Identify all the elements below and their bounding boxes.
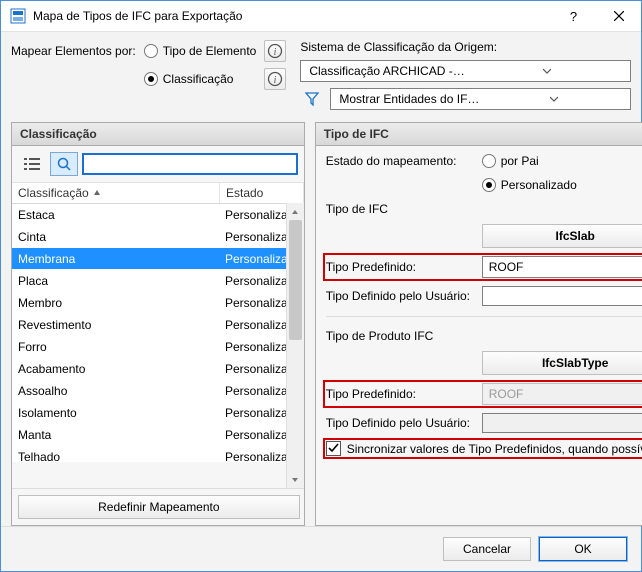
table-row[interactable]: RevestimentoPersonaliza...: [12, 314, 304, 336]
cell-classification: Forro: [12, 340, 219, 354]
search-input[interactable]: [82, 153, 298, 175]
predefined-type-dropdown-1[interactable]: ROOF: [482, 256, 642, 278]
chevron-down-icon: [468, 67, 626, 75]
cell-classification: Cinta: [12, 230, 219, 244]
table-row[interactable]: MantaPersonaliza...: [12, 424, 304, 446]
classification-list: Classificação Estado EstacaPersonaliza..…: [12, 182, 304, 488]
predefined-type-dropdown-2: ROOF: [482, 383, 642, 405]
content-area: Mapear Elementos por: Tipo de Elemento i…: [1, 32, 641, 526]
search-mode-button[interactable]: [50, 152, 78, 176]
table-row[interactable]: ForroPersonaliza...: [12, 336, 304, 358]
table-row[interactable]: MembroPersonaliza...: [12, 292, 304, 314]
ifc-type-panel: Tipo de IFC Estado do mapeamento: por Pa…: [315, 122, 642, 526]
reset-mapping-button[interactable]: Redefinir Mapeamento: [18, 495, 300, 519]
user-type-label-2: Tipo Definido pelo Usuário:: [326, 416, 476, 430]
help-button[interactable]: ?: [551, 1, 596, 31]
classification-panel: Classificação Classificação: [11, 122, 305, 526]
origin-dropdown[interactable]: Classificação ARCHICAD - v 2.0: [300, 60, 631, 82]
close-button[interactable]: [596, 1, 641, 31]
sync-checkbox[interactable]: [326, 441, 341, 456]
titlebar: Mapa de Tipos de IFC para Exportação ?: [1, 1, 641, 32]
user-type-input-2: [482, 413, 642, 433]
cell-classification: Isolamento: [12, 406, 219, 420]
user-type-label-1: Tipo Definido pelo Usuário:: [326, 289, 476, 303]
filter-icon[interactable]: [300, 92, 324, 106]
button-bar: Cancelar OK: [1, 526, 641, 571]
radio-by-parent[interactable]: por Pai: [482, 154, 577, 168]
cell-classification: Acabamento: [12, 362, 219, 376]
sync-row: Sincronizar valores de Tipo Predefinidos…: [326, 441, 642, 456]
scroll-down-button[interactable]: [287, 471, 304, 488]
svg-text:i: i: [274, 75, 277, 86]
scrollbar[interactable]: [286, 203, 304, 488]
window-title: Mapa de Tipos de IFC para Exportação: [33, 9, 551, 23]
col-header-state[interactable]: Estado: [220, 183, 304, 203]
table-row[interactable]: AssoalhoPersonaliza...: [12, 380, 304, 402]
app-icon: [9, 7, 27, 25]
table-row[interactable]: PlacaPersonaliza...: [12, 270, 304, 292]
cell-classification: Estaca: [12, 208, 219, 222]
predefined-type-row-2: Tipo Predefinido: ROOF: [326, 383, 642, 405]
table-row[interactable]: EstacaPersonaliza...: [12, 204, 304, 226]
chevron-down-icon: [483, 95, 626, 103]
cell-classification: Placa: [12, 274, 219, 288]
radio-element-type[interactable]: Tipo de Elemento: [144, 44, 257, 58]
origin-label: Sistema de Classificação da Origem:: [300, 40, 631, 54]
origin-group: Sistema de Classificação da Origem: Clas…: [300, 40, 631, 110]
table-row[interactable]: TelhadoPersonaliza...: [12, 446, 304, 462]
table-row[interactable]: MembranaPersonaliza...: [12, 248, 304, 270]
cell-classification: Revestimento: [12, 318, 219, 332]
ifc-type-panel-title: Tipo de IFC: [316, 123, 642, 146]
rows-container[interactable]: EstacaPersonaliza...CintaPersonaliza...M…: [12, 204, 304, 462]
predefined-type-row-1: Tipo Predefinido: ROOF: [326, 256, 642, 278]
cell-classification: Manta: [12, 428, 219, 442]
radio-custom[interactable]: Personalizado: [482, 178, 577, 192]
map-by-label: Mapear Elementos por:: [11, 44, 136, 58]
filter-dropdown[interactable]: Mostrar Entidades do IFC para o Esquema …: [330, 88, 631, 110]
scroll-up-button[interactable]: [287, 203, 304, 220]
table-row[interactable]: IsolamentoPersonaliza...: [12, 402, 304, 424]
dialog-window: Mapa de Tipos de IFC para Exportação ? M…: [0, 0, 642, 572]
table-row[interactable]: AcabamentoPersonaliza...: [12, 358, 304, 380]
info-button-classification[interactable]: i: [264, 68, 286, 90]
user-type-input-1[interactable]: [482, 286, 642, 306]
tree-view-button[interactable]: [18, 152, 46, 176]
classification-panel-title: Classificação: [12, 123, 304, 146]
ifc-type-section-label: Tipo de IFC: [326, 202, 642, 216]
svg-text:i: i: [274, 47, 277, 58]
scroll-thumb[interactable]: [289, 220, 302, 340]
sort-asc-icon: [93, 189, 101, 197]
col-header-classification[interactable]: Classificação: [12, 183, 220, 203]
cell-classification: Membro: [12, 296, 219, 310]
table-row[interactable]: CintaPersonaliza...: [12, 226, 304, 248]
product-type-section-label: Tipo de Produto IFC: [326, 329, 642, 343]
radio-classification[interactable]: Classificação: [144, 72, 257, 86]
ifc-type-selector[interactable]: IfcSlab▸: [482, 224, 642, 248]
cell-classification: Assoalho: [12, 384, 219, 398]
cell-classification: Membrana: [12, 252, 219, 266]
cell-classification: Telhado: [12, 450, 219, 463]
mapping-state-label: Estado do mapeamento:: [326, 154, 476, 168]
sync-label: Sincronizar valores de Tipo Predefinidos…: [347, 442, 642, 456]
map-by-group: Mapear Elementos por: Tipo de Elemento i…: [11, 40, 286, 90]
product-type-selector[interactable]: IfcSlabType▸: [482, 351, 642, 375]
cancel-button[interactable]: Cancelar: [443, 537, 531, 561]
info-button-element-type[interactable]: i: [264, 40, 286, 62]
ok-button[interactable]: OK: [539, 537, 627, 561]
